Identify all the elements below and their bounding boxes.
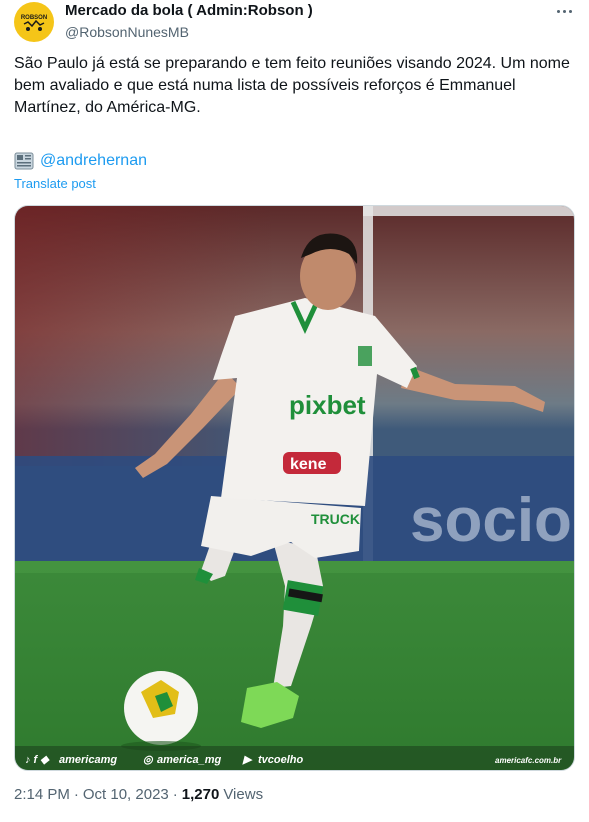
svg-text:americamg: americamg	[59, 754, 117, 766]
author-handle[interactable]: @RobsonNunesMB	[65, 23, 313, 41]
svg-text:pixbet: pixbet	[289, 390, 366, 420]
translate-post-link[interactable]: Translate post	[14, 176, 96, 191]
tweet-time[interactable]: 2:14 PM	[14, 786, 70, 803]
views-label: Views	[223, 786, 264, 803]
mention-link[interactable]: @andrehernan	[40, 150, 147, 172]
tweet-header: ROBSON Mercado da bola ( Admin:Robson ) …	[14, 0, 575, 46]
avatar-logo-icon: ROBSON	[21, 15, 47, 31]
player-photo: socio TRUCK pixbet kene ♪ f ◆ americamg …	[15, 206, 574, 770]
svg-text:america_mg: america_mg	[157, 754, 221, 766]
newspaper-icon	[14, 152, 34, 170]
avatar[interactable]: ROBSON	[14, 2, 54, 42]
source-line: @andrehernan	[14, 150, 147, 172]
tweet-date[interactable]: Oct 10, 2023	[83, 786, 169, 803]
svg-text:americafc.com.br: americafc.com.br	[495, 756, 562, 765]
svg-text:tvcoelho: tvcoelho	[258, 754, 304, 766]
tweet-meta: 2:14 PM · Oct 10, 2023 · 1,270 Views	[14, 786, 263, 803]
more-dots-icon	[556, 9, 560, 13]
tweet-text: São Paulo já está se preparando e tem fe…	[14, 55, 570, 116]
more-options-button[interactable]	[553, 0, 575, 22]
views-count: 1,270	[181, 786, 220, 803]
meta-separator: ·	[73, 786, 79, 803]
author-display-name[interactable]: Mercado da bola ( Admin:Robson )	[65, 2, 313, 20]
author-info: Mercado da bola ( Admin:Robson ) @Robson…	[65, 2, 313, 41]
svg-text:socio: socio	[410, 486, 572, 555]
meta-separator: ·	[172, 786, 178, 803]
svg-text:kene: kene	[290, 456, 327, 473]
footer-social-1-icon: ♪ f ◆	[25, 754, 50, 766]
tweet-media-image[interactable]: socio TRUCK pixbet kene ♪ f ◆ americamg …	[14, 205, 575, 771]
svg-text:TRUCK: TRUCK	[311, 511, 360, 527]
svg-text:◎: ◎	[143, 754, 154, 766]
svg-text:ROBSON: ROBSON	[21, 15, 47, 21]
svg-text:▶: ▶	[242, 754, 253, 766]
